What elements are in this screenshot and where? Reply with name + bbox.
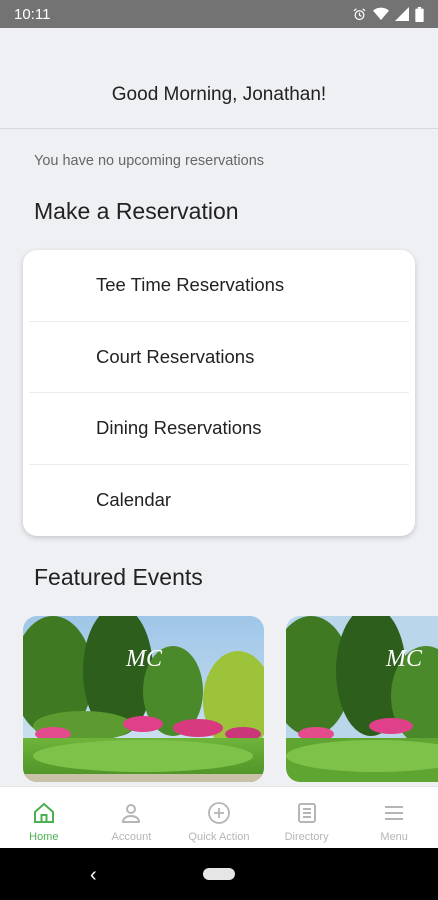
nav-label: Menu — [380, 831, 408, 843]
status-time: 10:11 — [14, 5, 51, 23]
nav-label: Quick Action — [188, 831, 250, 843]
featured-event-card[interactable]: MC — [23, 616, 264, 782]
reservation-item-label: Calendar — [96, 489, 172, 511]
home-icon — [32, 801, 56, 825]
reservation-item-label: Tee Time Reservations — [96, 274, 285, 296]
svg-text:MC: MC — [125, 646, 163, 672]
make-reservation-title: Make a Reservation — [34, 198, 239, 224]
featured-events-title: Featured Events — [34, 564, 203, 590]
nav-account[interactable]: Account — [88, 787, 176, 848]
system-navigation-bar: ‹ — [0, 848, 438, 900]
wifi-icon — [373, 7, 389, 21]
nav-label: Directory — [284, 831, 329, 843]
back-icon[interactable]: ‹ — [90, 864, 97, 887]
reservations-status-text: You have no upcoming reservations — [34, 153, 265, 169]
status-bar: 10:11 — [0, 0, 438, 28]
plus-circle-icon — [207, 801, 231, 825]
nav-label: Account — [111, 831, 152, 843]
reservation-item-label: Dining Reservations — [96, 417, 262, 439]
featured-event-card[interactable]: MC — [286, 616, 438, 782]
nav-quick-action[interactable]: Quick Action — [175, 787, 263, 848]
tee-time-reservations-item[interactable]: Tee Time Reservations — [29, 250, 409, 322]
nav-menu[interactable]: Menu — [350, 787, 438, 848]
status-icons — [352, 6, 424, 22]
event-image: MC — [286, 616, 438, 782]
nav-directory[interactable]: Directory — [263, 787, 351, 848]
directory-icon — [295, 801, 319, 825]
account-icon — [119, 801, 143, 825]
event-image: MC — [23, 616, 264, 782]
nav-label: Home — [29, 831, 59, 843]
home-pill[interactable] — [203, 868, 235, 880]
alarm-icon — [352, 7, 367, 22]
menu-icon — [382, 801, 406, 825]
svg-text:MC: MC — [385, 646, 423, 672]
calendar-item[interactable]: Calendar — [29, 465, 409, 537]
court-reservations-item[interactable]: Court Reservations — [29, 322, 409, 393]
signal-icon — [395, 7, 409, 21]
reservation-options-card: Tee Time Reservations Court Reservations… — [23, 250, 415, 536]
divider — [0, 128, 438, 129]
bottom-navigation: Home Account Quick Action Directory Menu — [0, 786, 438, 848]
greeting-heading: Good Morning, Jonathan! — [111, 84, 327, 105]
nav-home[interactable]: Home — [0, 787, 88, 848]
reservation-item-label: Court Reservations — [96, 345, 255, 367]
dining-reservations-item[interactable]: Dining Reservations — [29, 393, 409, 465]
battery-icon — [415, 6, 424, 22]
